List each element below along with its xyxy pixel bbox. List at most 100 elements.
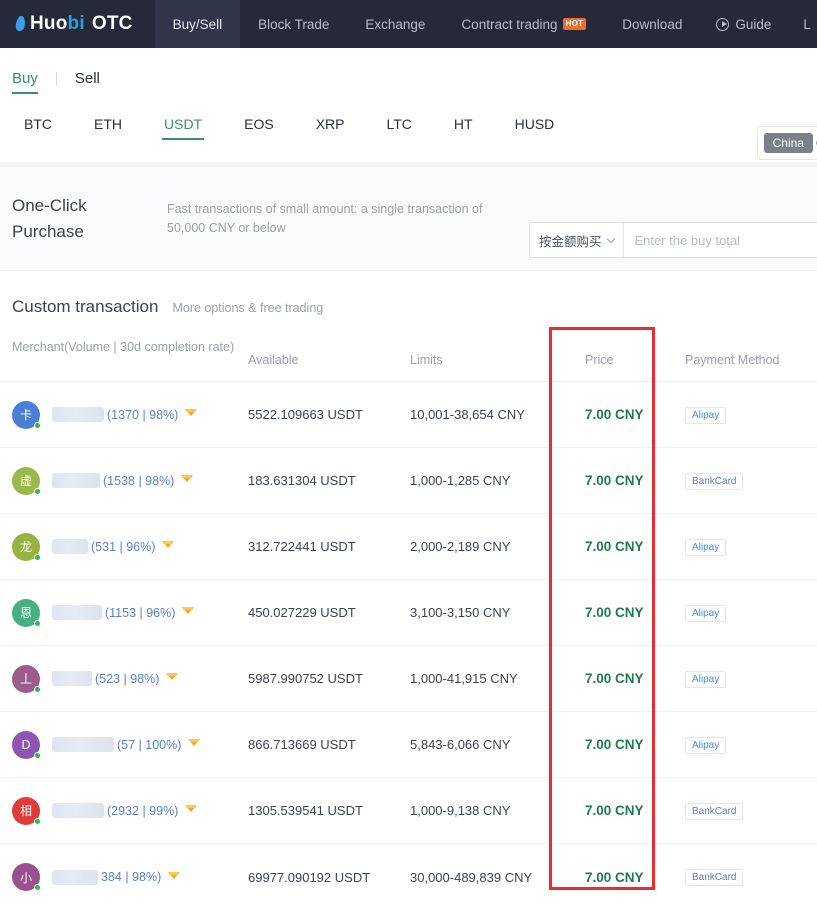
- coin-tab-xrp[interactable]: XRP: [316, 116, 345, 140]
- tab-buy[interactable]: Buy: [12, 70, 38, 94]
- payment-method-cell: BankCard: [685, 802, 817, 820]
- buy-mode-select-value: 按金额购买: [539, 234, 602, 249]
- avatar[interactable]: 卡: [12, 400, 41, 429]
- available-amount: 5522.109663 USDT: [248, 407, 363, 422]
- buy-mode-select[interactable]: 按金额购买: [530, 223, 624, 257]
- table-row[interactable]: D (57 | 100%) 866.713669 USDT 5,843-6,066 C…: [0, 712, 817, 778]
- payment-method-cell: Alipay: [685, 670, 817, 688]
- nav-item-download[interactable]: Download: [604, 0, 700, 48]
- nav-item-login[interactable]: L: [787, 17, 817, 32]
- merchant-name-redacted: [52, 803, 104, 818]
- payment-method-badge: Alipay: [685, 670, 727, 688]
- nav-item-exchange[interactable]: Exchange: [347, 0, 443, 48]
- merchant-stats: (2932 | 99%): [107, 803, 179, 818]
- online-status-dot: [34, 619, 41, 627]
- table-row[interactable]: 丄 (523 | 98%) 5987.990752 USDT 1,000-41,915…: [0, 646, 817, 712]
- play-circle-icon: [716, 17, 730, 31]
- custom-transaction-header: Custom transaction More options & free t…: [0, 271, 817, 317]
- merchant-cell: 卡 (1370 | 98%): [0, 400, 248, 429]
- table-row[interactable]: 恩 (1153 | 96%) 450.027229 USDT 3,100-3,150 …: [0, 580, 817, 646]
- avatar[interactable]: 恩: [12, 598, 41, 627]
- gem-icon: [181, 475, 194, 486]
- region-chip-china[interactable]: China: [763, 133, 813, 153]
- merchant-cell: 丄 (523 | 98%): [0, 664, 248, 693]
- merchant-cell: 虚 (1538 | 98%): [0, 466, 248, 495]
- table-row[interactable]: 虚 (1538 | 98%) 183.631304 USDT 1,000-1,285 …: [0, 448, 817, 514]
- limits-range: 1,000-1,285 CNY: [410, 473, 511, 488]
- payment-method-badge: Alipay: [685, 604, 727, 622]
- nav-item-exchange-label: Exchange: [365, 16, 426, 32]
- column-header-merchant: Merchant(Volume | 30d completion rate): [12, 340, 235, 354]
- merchant-stats: (531 | 96%): [91, 539, 156, 554]
- avatar[interactable]: 龙: [12, 532, 41, 561]
- available-amount: 5987.990752 USDT: [248, 671, 363, 686]
- available-amount: 450.027229 USDT: [248, 605, 356, 620]
- table-row[interactable]: 龙 (531 | 96%) 312.722441 USDT 2,000-2,189 C…: [0, 514, 817, 580]
- limits-range: 1,000-41,915 CNY: [410, 671, 518, 686]
- region-selector[interactable]: China: [756, 126, 817, 160]
- coin-tab-ht[interactable]: HT: [454, 116, 473, 140]
- nav-item-contract-trading[interactable]: Contract trading HOT: [443, 0, 604, 48]
- gem-icon: [166, 673, 179, 684]
- payment-method-cell: Alipay: [685, 538, 817, 556]
- nav-item-contract-trading-label: Contract trading: [461, 16, 558, 32]
- avatar-initial: 恩: [19, 606, 32, 620]
- online-status-dot: [34, 685, 41, 693]
- nav-item-guide[interactable]: Guide: [700, 17, 787, 32]
- nav-right-group: Guide L: [700, 0, 817, 48]
- online-status-dot: [34, 751, 41, 759]
- avatar[interactable]: D: [12, 730, 41, 759]
- payment-method-cell: Alipay: [685, 736, 817, 754]
- available-amount: 1305.539541 USDT: [248, 803, 363, 818]
- merchant-cell: D (57 | 100%): [0, 730, 248, 759]
- merchant-stats: (57 | 100%): [117, 737, 182, 752]
- merchant-offers-table: Merchant(Volume | 30d completion rate) A…: [0, 327, 817, 910]
- buy-total-input[interactable]: [623, 223, 817, 257]
- price-value: 7.00 CNY: [585, 605, 644, 620]
- avatar-initial: 龙: [19, 540, 32, 554]
- limits-range: 5,843-6,066 CNY: [410, 737, 511, 752]
- one-click-description: Fast transactions of small amount: a sin…: [167, 201, 483, 235]
- price-value: 7.00 CNY: [585, 671, 644, 686]
- nav-item-buy-sell[interactable]: Buy/Sell: [154, 0, 241, 48]
- merchant-name-redacted: [52, 407, 104, 422]
- avatar[interactable]: 小: [12, 863, 41, 891]
- trade-direction-tabs: Buy Sell: [12, 70, 817, 94]
- gem-icon: [162, 541, 175, 552]
- table-row[interactable]: 相 (2932 | 99%) 1305.539541 USDT 1,000-9,138…: [0, 778, 817, 844]
- coin-tab-husd[interactable]: HUSD: [515, 116, 555, 140]
- nav-item-block-trade[interactable]: Block Trade: [240, 0, 347, 48]
- payment-method-badge: Alipay: [685, 736, 727, 754]
- merchant-name-redacted: [52, 539, 88, 554]
- avatar[interactable]: 虚: [12, 466, 41, 495]
- coin-tab-usdt[interactable]: USDT: [161, 116, 205, 140]
- table-row[interactable]: 卡 (1370 | 98%) 5522.109663 USDT 10,001-38,6…: [0, 382, 817, 448]
- gem-icon: [185, 409, 198, 420]
- avatar[interactable]: 相: [12, 796, 41, 825]
- tab-sell[interactable]: Sell: [75, 70, 100, 94]
- price-value: 7.00 CNY: [585, 473, 644, 488]
- huobi-otc-logo[interactable]: Huo bi OTC: [0, 0, 155, 48]
- online-status-dot: [34, 421, 41, 429]
- coin-tab-ltc[interactable]: LTC: [387, 116, 412, 140]
- column-header-available: Available: [248, 353, 299, 367]
- gem-icon: [188, 739, 201, 750]
- nav-item-block-trade-label: Block Trade: [258, 16, 330, 32]
- merchant-stats: (1153 | 96%): [105, 605, 176, 620]
- coin-tab-eth[interactable]: ETH: [94, 116, 122, 140]
- merchant-name-redacted: [52, 737, 114, 752]
- merchant-name-redacted: [52, 671, 92, 686]
- coin-tab-eos[interactable]: EOS: [244, 116, 274, 140]
- merchant-cell: 恩 (1153 | 96%): [0, 598, 248, 627]
- avatar-initial: 卡: [19, 408, 32, 422]
- merchant-stats: 384 | 98%): [101, 870, 162, 884]
- available-amount: 183.631304 USDT: [248, 473, 356, 488]
- table-row[interactable]: 小 384 | 98%) 69977.090192 USDT 30,000-489,8…: [0, 844, 817, 910]
- limits-range: 2,000-2,189 CNY: [410, 539, 511, 554]
- coin-tab-xrp-label: XRP: [315, 116, 345, 132]
- coin-tabs: BTC ETH USDT EOS XRP LTC HT HUSD: [12, 94, 817, 140]
- avatar[interactable]: 丄: [12, 664, 41, 693]
- avatar-initial: 相: [19, 804, 32, 818]
- tab-divider: [55, 71, 57, 86]
- coin-tab-btc[interactable]: BTC: [24, 116, 52, 140]
